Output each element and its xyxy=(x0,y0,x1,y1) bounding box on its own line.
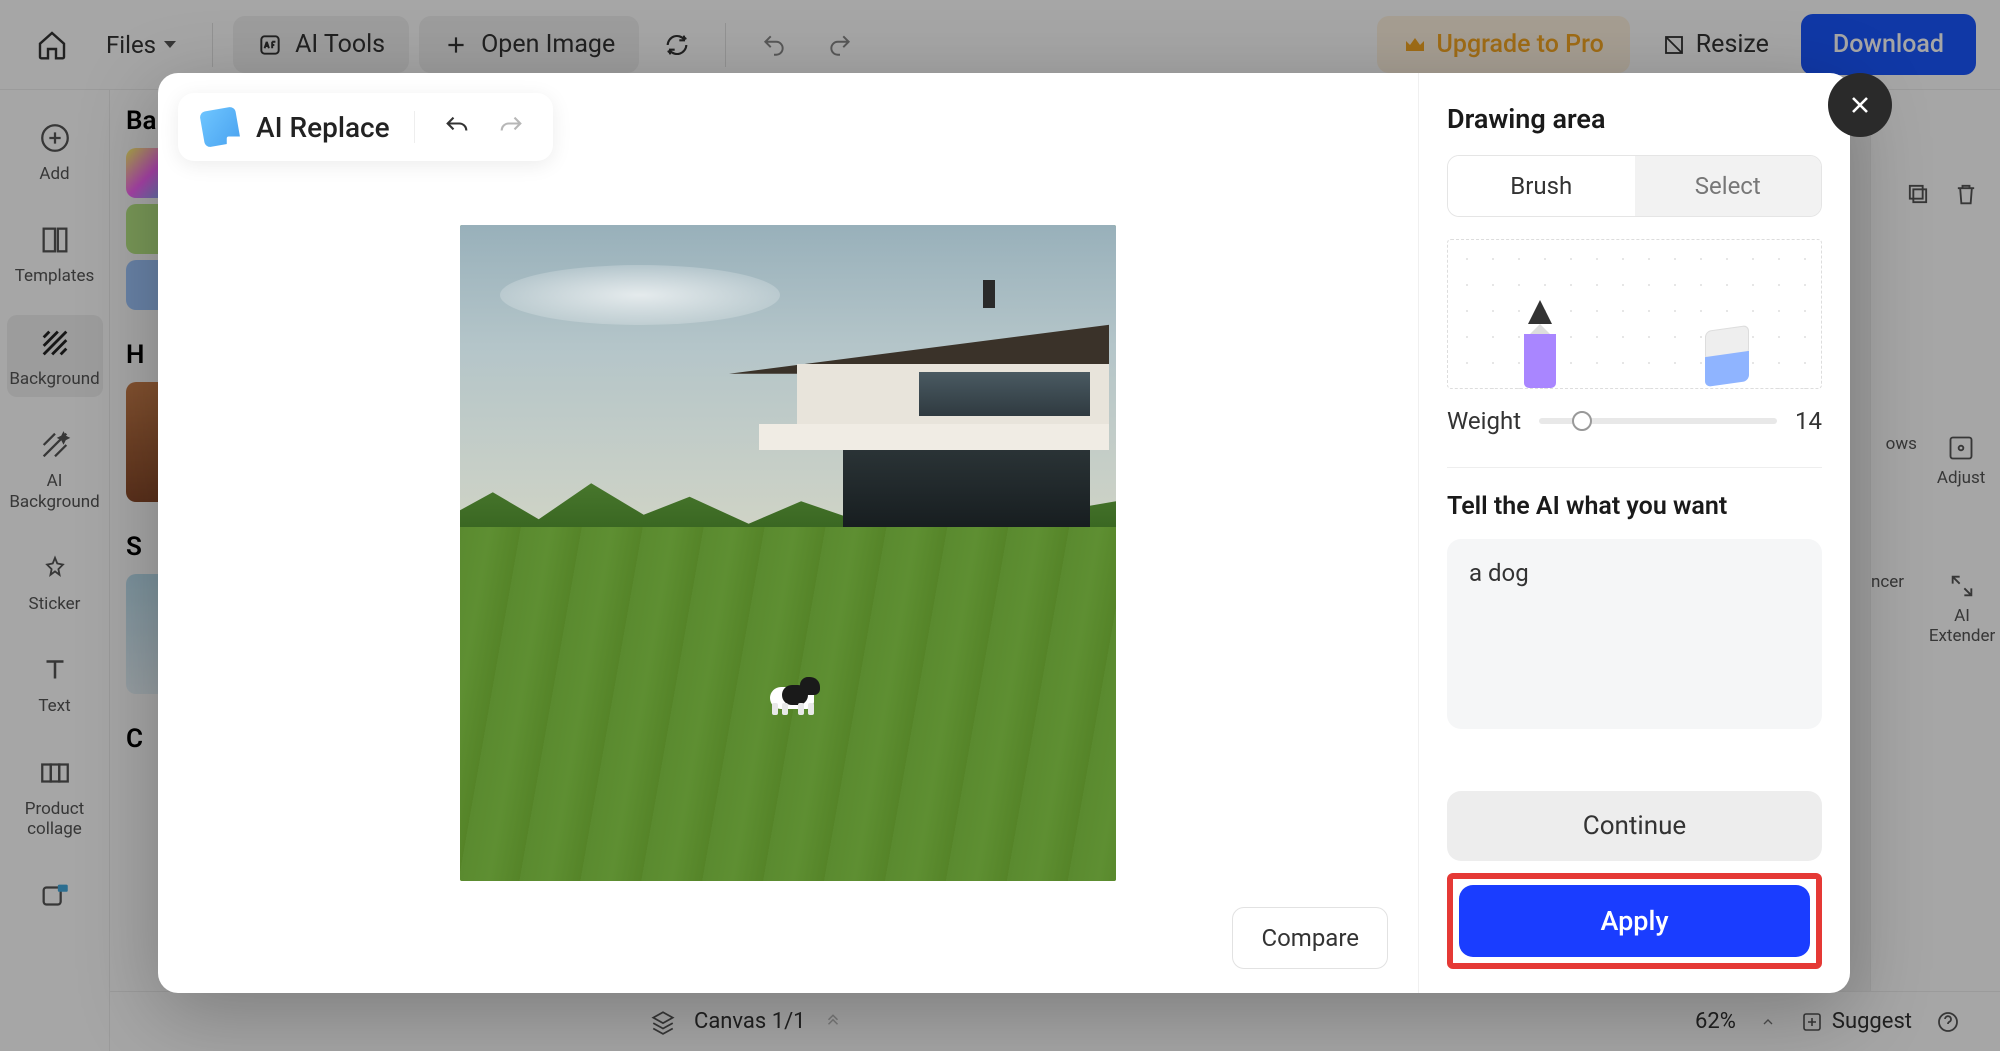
modal-toolbar: AI Replace xyxy=(178,93,553,161)
prompt-input[interactable]: a dog xyxy=(1447,539,1822,729)
continue-button[interactable]: Continue xyxy=(1447,791,1822,861)
compare-button[interactable]: Compare xyxy=(1232,907,1388,969)
continue-label: Continue xyxy=(1583,811,1686,841)
prompt-heading: Tell the AI what you want xyxy=(1447,492,1822,521)
redo-icon xyxy=(497,113,525,141)
weight-value: 14 xyxy=(1795,407,1822,435)
modal-undo-button[interactable] xyxy=(439,109,475,145)
select-tab[interactable]: Select xyxy=(1635,156,1822,216)
modal-title: AI Replace xyxy=(256,111,390,144)
weight-control: Weight 14 xyxy=(1447,407,1822,435)
undo-icon xyxy=(443,113,471,141)
weight-slider[interactable] xyxy=(1539,418,1777,424)
slider-thumb[interactable] xyxy=(1572,411,1592,431)
divider xyxy=(414,111,415,143)
pencil-tool[interactable] xyxy=(1518,300,1562,388)
dog xyxy=(762,671,826,715)
modal-canvas-area: AI Replace xyxy=(158,73,1418,993)
brush-tab[interactable]: Brush xyxy=(1448,156,1635,216)
tool-preview-grid xyxy=(1447,239,1822,389)
canvas-preview[interactable] xyxy=(460,225,1116,881)
ai-replace-modal: AI Replace xyxy=(158,73,1850,993)
drawing-area-heading: Drawing area xyxy=(1447,103,1822,135)
modal-right-panel: Drawing area Brush Select Weight 14 Tell… xyxy=(1418,73,1850,993)
ai-replace-icon xyxy=(199,106,241,148)
eraser-tool[interactable] xyxy=(1703,328,1751,388)
weight-label: Weight xyxy=(1447,407,1521,435)
apply-highlight: Apply xyxy=(1447,873,1822,969)
tool-segmented-control: Brush Select xyxy=(1447,155,1822,217)
prompt-value: a dog xyxy=(1469,559,1529,587)
modal-close-button[interactable] xyxy=(1828,73,1892,137)
compare-label: Compare xyxy=(1261,924,1359,952)
divider xyxy=(1447,467,1822,468)
close-icon xyxy=(1846,91,1874,119)
apply-label: Apply xyxy=(1600,905,1668,937)
modal-redo-button[interactable] xyxy=(493,109,529,145)
apply-button[interactable]: Apply xyxy=(1459,885,1810,957)
